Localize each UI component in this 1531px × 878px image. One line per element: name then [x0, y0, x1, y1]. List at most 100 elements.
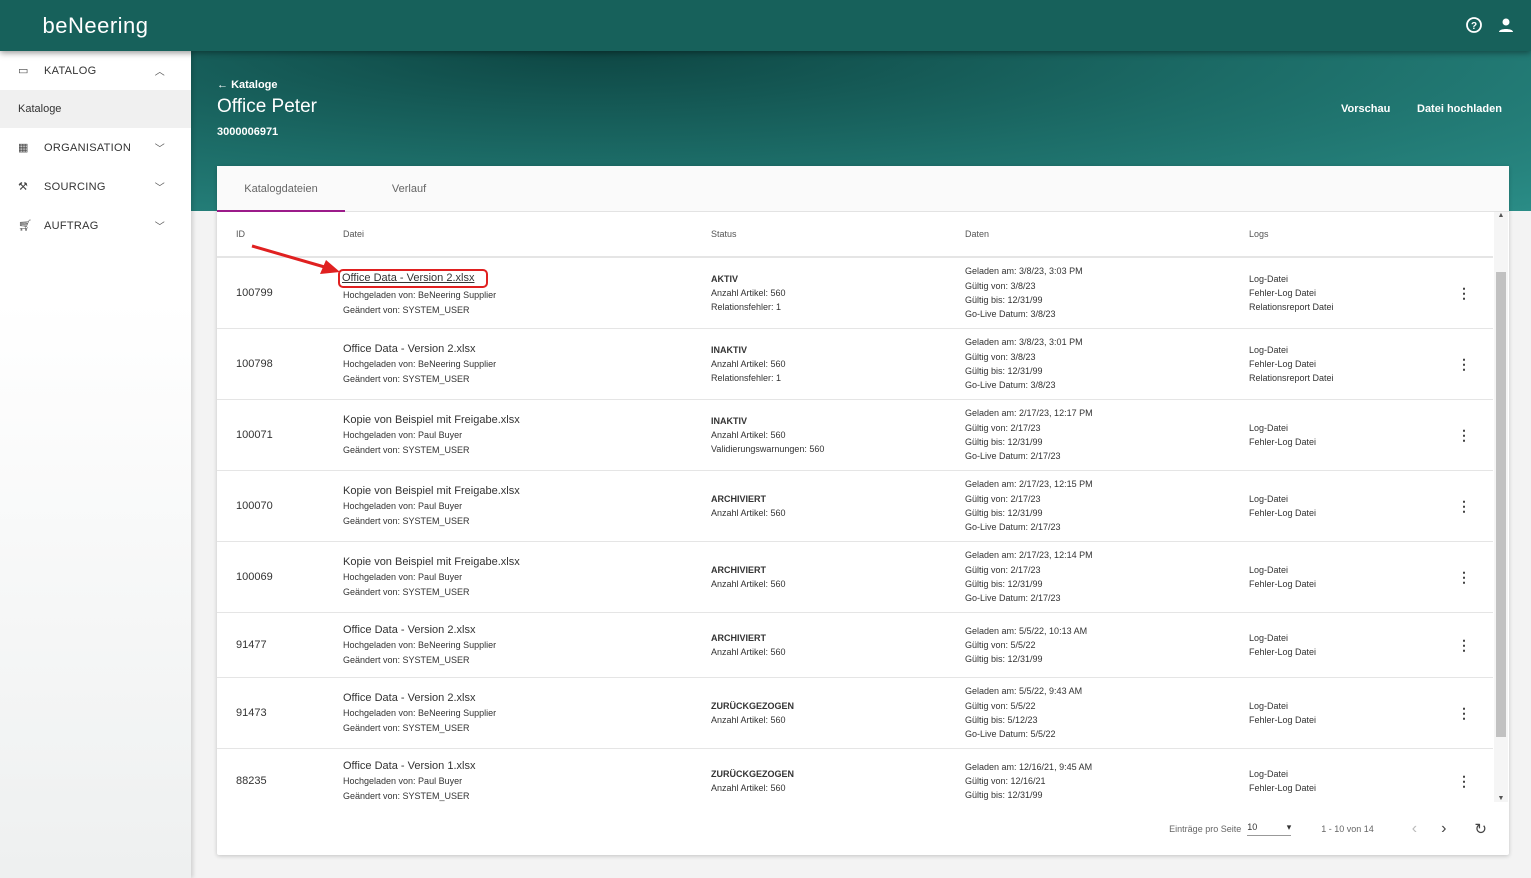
scrollbar[interactable]: ▲ ▼ — [1494, 212, 1508, 802]
log-link[interactable]: Log-Datei — [1249, 767, 1449, 781]
logo[interactable]: beNeering — [0, 0, 191, 51]
file-link[interactable]: Office Data - Version 2.xlsx — [343, 624, 475, 636]
sidebar: ▭ KATALOG ︿ Kataloge ▦ ORGANISATION ﹀ ⚒ SOURC… — [0, 51, 191, 878]
chevron-up-icon: ︿ — [154, 67, 165, 78]
log-link[interactable]: Fehler-Log Datei — [1249, 286, 1449, 300]
file-link[interactable]: Office Data - Version 2.xlsx — [338, 269, 489, 289]
log-link[interactable]: Log-Datei — [1249, 492, 1449, 506]
date-line: Gültig von: 2/17/23 — [965, 422, 1041, 433]
annotation-arrow-icon — [251, 244, 340, 274]
file-link[interactable]: Office Data - Version 2.xlsx — [343, 692, 475, 704]
scrollbar-thumb[interactable] — [1496, 272, 1506, 737]
per-page-select[interactable]: 10 ▾ — [1247, 822, 1292, 836]
date-line: Geladen am: 2/17/23, 12:14 PM — [965, 550, 1093, 561]
more-vert-icon[interactable]: ⋮ — [1449, 638, 1479, 653]
row-id: 100798 — [236, 357, 273, 370]
log-link[interactable]: Log-Datei — [1249, 631, 1449, 645]
date-line: Geladen am: 2/17/23, 12:15 PM — [965, 479, 1093, 490]
status-detail: Validierungswarnungen: 560 — [711, 444, 825, 455]
more-vert-icon[interactable]: ⋮ — [1449, 706, 1479, 721]
sidebar-item-organisation[interactable]: ▦ ORGANISATION ﹀ — [0, 128, 191, 167]
col-file[interactable]: Datei — [343, 229, 711, 239]
more-vert-icon[interactable]: ⋮ — [1449, 286, 1479, 301]
upload-file-button[interactable]: Datei hochladen — [1417, 103, 1502, 115]
refresh-icon[interactable]: ↻ — [1474, 820, 1487, 838]
col-logs[interactable]: Logs — [1249, 229, 1449, 239]
status-detail: Relationsfehler: 1 — [711, 373, 782, 384]
more-vert-icon[interactable]: ⋮ — [1449, 357, 1479, 372]
more-vert-icon[interactable]: ⋮ — [1449, 774, 1479, 789]
sidebar-item-auftrag[interactable]: 🛒︎ AUFTRAG ﹀ — [0, 206, 191, 245]
uploaded-by: Hochgeladen von: BeNeering Supplier — [343, 290, 497, 301]
tab-katalogdateien[interactable]: Katalogdateien — [217, 166, 345, 212]
table-row: 100069 Kopie von Beispiel mit Freigabe.x… — [217, 542, 1493, 613]
log-link[interactable]: Log-Datei — [1249, 343, 1449, 357]
file-link[interactable]: Office Data - Version 2.xlsx — [343, 343, 475, 355]
date-line: Gültig bis: 12/31/99 — [965, 508, 1043, 518]
more-vert-icon[interactable]: ⋮ — [1449, 570, 1479, 585]
status-badge: INAKTIV — [711, 344, 747, 355]
help-icon[interactable]: ? — [1465, 16, 1483, 34]
col-status[interactable]: Status — [711, 229, 965, 239]
status-badge: ARCHIVIERT — [711, 632, 767, 643]
organisation-icon: ▦ — [18, 142, 29, 154]
log-link[interactable]: Fehler-Log Datei — [1249, 506, 1449, 520]
log-link[interactable]: Fehler-Log Datei — [1249, 781, 1449, 795]
sidebar-item-kataloge[interactable]: Kataloge — [0, 90, 191, 128]
changed-by: Geändert von: SYSTEM_USER — [343, 373, 470, 384]
catalog-id: 3000006971 — [217, 126, 279, 138]
more-vert-icon[interactable]: ⋮ — [1449, 428, 1479, 443]
row-id: 88235 — [236, 774, 267, 787]
log-link[interactable]: Log-Datei — [1249, 421, 1449, 435]
file-link[interactable]: Kopie von Beispiel mit Freigabe.xlsx — [343, 556, 520, 568]
col-id[interactable]: ID — [217, 229, 343, 239]
article-count: Anzahl Artikel: 560 — [711, 287, 786, 298]
table-row: 88235 Office Data - Version 1.xlsx Hochge… — [217, 749, 1493, 802]
log-link[interactable]: Fehler-Log Datei — [1249, 357, 1449, 371]
scroll-down-icon[interactable]: ▼ — [1494, 795, 1508, 802]
date-line: Go-Live Datum: 2/17/23 — [965, 451, 1061, 462]
log-link[interactable]: Fehler-Log Datei — [1249, 577, 1449, 591]
scroll-up-icon[interactable]: ▲ — [1494, 212, 1508, 219]
tab-verlauf[interactable]: Verlauf — [345, 166, 473, 211]
date-line: Gültig bis: 12/31/99 — [965, 366, 1043, 376]
date-line: Go-Live Datum: 2/17/23 — [965, 522, 1061, 533]
prev-page-icon[interactable]: ‹ — [1412, 820, 1417, 838]
date-line: Gültig von: 3/8/23 — [965, 280, 1036, 291]
file-link[interactable]: Office Data - Version 1.xlsx — [343, 760, 475, 772]
date-line: Geladen am: 3/8/23, 3:03 PM — [965, 266, 1083, 277]
date-line: Go-Live Datum: 3/8/23 — [965, 380, 1056, 391]
preview-button[interactable]: Vorschau — [1341, 103, 1390, 115]
changed-by: Geändert von: SYSTEM_USER — [343, 515, 470, 526]
sidebar-item-katalog[interactable]: ▭ KATALOG ︿ — [0, 51, 191, 90]
date-line: Gültig bis: 12/31/99 — [965, 579, 1043, 589]
log-link[interactable]: Log-Datei — [1249, 699, 1449, 713]
user-icon[interactable] — [1497, 16, 1515, 34]
table-row: 100798 Office Data - Version 2.xlsx Hochg… — [217, 329, 1493, 400]
col-data[interactable]: Daten — [965, 229, 1249, 239]
gavel-icon: ⚒ — [18, 181, 29, 193]
page-range: 1 - 10 von 14 — [1321, 824, 1374, 834]
file-link[interactable]: Kopie von Beispiel mit Freigabe.xlsx — [343, 414, 520, 426]
file-link[interactable]: Kopie von Beispiel mit Freigabe.xlsx — [343, 485, 520, 497]
arrow-left-icon: ← — [217, 79, 232, 91]
date-line: Go-Live Datum: 3/8/23 — [965, 309, 1056, 320]
log-link[interactable]: Fehler-Log Datei — [1249, 645, 1449, 659]
log-link[interactable]: Fehler-Log Datei — [1249, 435, 1449, 449]
log-link[interactable]: Relationsreport Datei — [1249, 371, 1449, 385]
row-id: 91477 — [236, 638, 267, 651]
next-page-icon[interactable]: › — [1441, 820, 1446, 838]
status-badge: ARCHIVIERT — [711, 493, 767, 504]
log-link[interactable]: Fehler-Log Datei — [1249, 713, 1449, 727]
row-id: 100071 — [236, 428, 273, 441]
log-link[interactable]: Relationsreport Datei — [1249, 300, 1449, 314]
changed-by: Geändert von: SYSTEM_USER — [343, 722, 470, 733]
back-link[interactable]: ← Kataloge — [217, 79, 278, 91]
log-link[interactable]: Log-Datei — [1249, 272, 1449, 286]
more-vert-icon[interactable]: ⋮ — [1449, 499, 1479, 514]
date-line: Gültig bis: 12/31/99 — [965, 790, 1043, 801]
uploaded-by: Hochgeladen von: Paul Buyer — [343, 776, 463, 787]
log-link[interactable]: Log-Datei — [1249, 563, 1449, 577]
article-count: Anzahl Artikel: 560 — [711, 358, 786, 369]
sidebar-item-sourcing[interactable]: ⚒ SOURCING ﹀ — [0, 167, 191, 206]
